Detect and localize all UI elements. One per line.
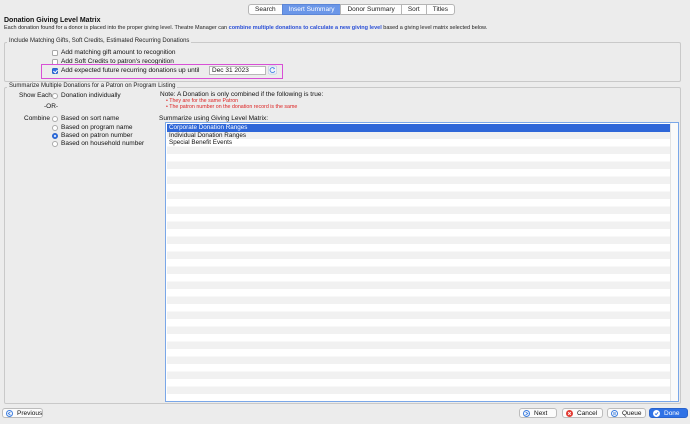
- tab-titles[interactable]: Titles: [425, 4, 456, 15]
- queue-label: Queue: [622, 409, 642, 417]
- tab-bar: Search Insert Summary Donor Summary Sort…: [248, 4, 456, 15]
- matching-gift-checkbox[interactable]: [52, 49, 58, 56]
- matching-group-title: Include Matching Gifts, Soft Credits, Es…: [7, 38, 192, 44]
- recurring-date-field[interactable]: Dec 31 2023: [209, 66, 266, 75]
- combine-option-label: Based on sort name: [61, 115, 120, 122]
- summarize-group-title: Summarize Multiple Donations for a Patro…: [7, 83, 178, 89]
- recurring-option[interactable]: Add expected future recurring donations …: [52, 67, 199, 74]
- combine-radio[interactable]: [52, 115, 58, 122]
- combine-option-label: Based on household number: [61, 140, 145, 147]
- done-label: Done: [664, 409, 680, 417]
- tab-sort[interactable]: Sort: [400, 4, 426, 15]
- queue-button[interactable]: Queue: [607, 408, 646, 418]
- donation-individually-option[interactable]: Donation individually: [52, 92, 121, 99]
- previous-label: Previous: [17, 409, 43, 417]
- list-rows: Corporate Donation Ranges Individual Don…: [167, 124, 670, 400]
- cancel-icon: [566, 409, 573, 417]
- queue-icon: [611, 409, 618, 417]
- page-title: Donation Giving Level Matrix: [4, 17, 101, 24]
- description-text: Each donation found for a donor is place…: [4, 25, 228, 31]
- combine-note-item: • The patron number on the donation reco…: [166, 104, 298, 110]
- matrix-label: Summarize using Giving Level Matrix:: [159, 115, 269, 122]
- combine-option[interactable]: Based on program name: [52, 124, 133, 131]
- combine-option[interactable]: Based on sort name: [52, 115, 119, 122]
- combine-option[interactable]: Based on household number: [52, 140, 144, 147]
- description-link: combine multiple donations to calculate …: [228, 25, 382, 31]
- donation-individually-label: Donation individually: [61, 92, 121, 99]
- list-item[interactable]: Individual Donation Ranges: [167, 132, 670, 140]
- matching-gift-option[interactable]: Add matching gift amount to recognition: [52, 49, 176, 56]
- combine-label: Combine: [24, 115, 51, 122]
- cancel-label: Cancel: [577, 409, 598, 417]
- list-item[interactable]: Special Benefit Events: [167, 139, 670, 147]
- combine-radio[interactable]: [52, 140, 58, 147]
- or-label: -OR-: [44, 103, 59, 110]
- forward-arrow-icon: [523, 409, 530, 417]
- combine-radio[interactable]: [52, 132, 58, 139]
- donation-individually-radio[interactable]: [52, 92, 58, 99]
- list-scrollbar[interactable]: [670, 123, 678, 401]
- combine-radio[interactable]: [52, 124, 58, 131]
- page-description: Each donation found for a donor is place…: [4, 25, 487, 31]
- cancel-button[interactable]: Cancel: [562, 408, 603, 418]
- done-button[interactable]: Done: [649, 408, 688, 418]
- recurring-checkbox[interactable]: [52, 67, 58, 74]
- tab-donor-summary[interactable]: Donor Summary: [340, 4, 401, 15]
- next-label: Next: [534, 409, 548, 417]
- recurring-label: Add expected future recurring donations …: [61, 67, 200, 74]
- combine-option[interactable]: Based on patron number: [52, 132, 133, 139]
- back-arrow-icon: [6, 409, 13, 417]
- previous-button[interactable]: Previous: [2, 408, 43, 418]
- giving-level-matrix-list[interactable]: Corporate Donation Ranges Individual Don…: [165, 122, 679, 402]
- combine-option-label: Based on patron number: [61, 132, 133, 139]
- next-button[interactable]: Next: [519, 408, 557, 418]
- matching-gift-label: Add matching gift amount to recognition: [61, 49, 176, 56]
- list-item[interactable]: Corporate Donation Ranges: [167, 124, 670, 132]
- checkmark-icon: [653, 409, 660, 417]
- combine-note-title: Note: A Donation is only combined if the…: [160, 91, 324, 98]
- refresh-icon[interactable]: [268, 65, 277, 75]
- tab-insert-summary[interactable]: Insert Summary: [281, 4, 341, 15]
- tab-search[interactable]: Search: [248, 4, 282, 15]
- show-each-label: Show Each: [19, 92, 52, 99]
- combine-option-label: Based on program name: [61, 124, 133, 131]
- description-suffix: based a giving level matrix selected bel…: [383, 25, 488, 31]
